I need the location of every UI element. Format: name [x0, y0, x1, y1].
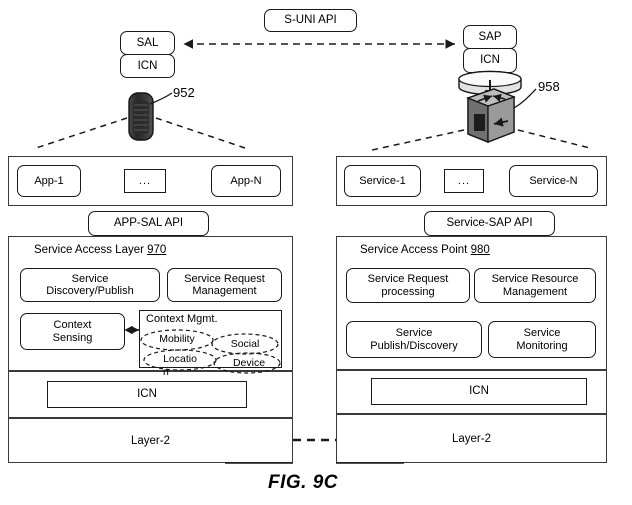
right-layer2-box: Layer-2	[336, 414, 607, 463]
left-layer2-label: Layer-2	[131, 434, 170, 447]
figure-9c-canvas: S-UNI API SAL ICN SAP ICN 952 958 App-1 …	[0, 0, 632, 505]
ref-number-952: 952	[173, 85, 195, 100]
sal-label: SAL	[136, 36, 159, 49]
service-request-management-box: Service Request Management	[167, 268, 282, 302]
mobile-phone-icon	[128, 92, 173, 141]
service-access-layer-title-text: Service Access Layer	[34, 244, 144, 256]
service-ellipsis-box: ...	[444, 169, 484, 193]
sal-box: SAL	[120, 31, 175, 55]
service-access-point-ref: 980	[470, 244, 490, 256]
right-icn-stack-label: ICN	[480, 54, 500, 67]
figure-caption: FIG. 9C	[268, 472, 339, 493]
service-resource-management-label: Service Resource Management	[491, 273, 579, 298]
service-ellipsis-label: ...	[457, 174, 471, 187]
left-icn-label: ICN	[137, 388, 157, 401]
app-sal-api-box: APP-SAL API	[88, 211, 209, 236]
service-n-label: Service-N	[529, 174, 578, 187]
service-monitoring-label: Service Monitoring	[516, 327, 568, 352]
right-icn-stack-box: ICN	[463, 48, 517, 73]
service-request-processing-label: Service Request processing	[367, 273, 449, 298]
service-1-label: Service-1	[359, 174, 406, 187]
sap-label: SAP	[478, 30, 502, 43]
service-access-point-title: Service Access Point 980	[360, 244, 490, 256]
ref-number-958: 958	[538, 79, 560, 94]
context-sensing-label: Context Sensing	[52, 319, 93, 344]
ellipse-social-label: Social	[230, 338, 260, 350]
service-sap-api-label: Service-SAP API	[446, 217, 533, 230]
right-icn-box: ICN	[371, 378, 587, 405]
app-sal-api-label: APP-SAL API	[113, 217, 184, 230]
ellipse-location-label: Locatio	[163, 353, 197, 365]
app-n-label: App-N	[230, 174, 262, 187]
service-box-1: Service-1	[344, 165, 421, 197]
right-icn-label: ICN	[469, 385, 489, 398]
app-1-label: App-1	[34, 174, 64, 187]
s-uni-api-box: S-UNI API	[264, 9, 357, 32]
context-mgmt-title: Context Mgmt.	[146, 313, 218, 325]
service-request-management-label: Service Request Management	[184, 272, 265, 297]
app-box-1: App-1	[17, 165, 81, 197]
left-icn-stack-label: ICN	[137, 59, 158, 72]
service-box-n: Service-N	[509, 165, 598, 197]
right-layer2-label: Layer-2	[452, 432, 491, 445]
left-icn-box: ICN	[47, 381, 247, 408]
service-monitoring-box: Service Monitoring	[488, 321, 596, 358]
context-sensing-box: Context Sensing	[20, 313, 125, 350]
service-access-layer-title: Service Access Layer 970	[34, 244, 166, 256]
left-device-fan-lines	[35, 117, 246, 149]
app-ellipsis-box: ...	[124, 169, 166, 193]
service-publish-discovery-box: Service Publish/Discovery	[346, 321, 482, 358]
service-sap-api-box: Service-SAP API	[424, 211, 555, 236]
sap-box: SAP	[463, 25, 517, 49]
service-discovery-publish-box: Service Discovery/Publish	[20, 268, 160, 302]
app-ellipsis-label: ...	[138, 174, 152, 187]
service-publish-discovery-label: Service Publish/Discovery	[370, 327, 458, 352]
ellipse-location-clipped-char: n	[163, 366, 169, 378]
right-device-fan-lines	[371, 129, 591, 151]
ellipse-device-label: Device	[232, 357, 266, 369]
ellipse-mobility-label: Mobility	[159, 333, 195, 345]
service-request-processing-box: Service Request processing	[346, 268, 470, 303]
server-cube-icon	[458, 70, 537, 143]
service-access-point-title-text: Service Access Point	[360, 244, 468, 256]
s-uni-api-label: S-UNI API	[284, 14, 337, 27]
left-layer2-box: Layer-2	[8, 418, 293, 463]
service-discovery-publish-label: Service Discovery/Publish	[46, 272, 134, 297]
service-access-layer-ref: 970	[147, 244, 167, 256]
service-resource-management-box: Service Resource Management	[474, 268, 596, 303]
left-icn-stack-box: ICN	[120, 54, 175, 78]
app-box-n: App-N	[211, 165, 281, 197]
